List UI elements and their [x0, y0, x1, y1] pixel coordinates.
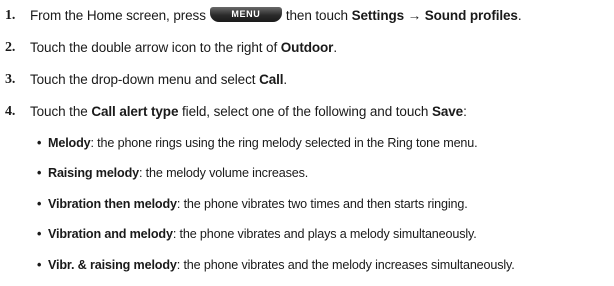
step-text-part: then touch [285, 8, 348, 23]
bullet-term: Vibration then melody [48, 197, 177, 211]
bullet-dot-icon: • [37, 166, 42, 180]
bullet-dot-icon: • [37, 258, 42, 272]
step-number: 2. [5, 40, 16, 55]
bullet-term: Vibration and melody [48, 227, 173, 241]
step-bold-text: Call [259, 72, 284, 87]
step-text-part: : [463, 104, 467, 119]
bullet-dot-icon: • [37, 227, 42, 241]
bullet-desc: : the phone rings using the ring melody … [90, 136, 478, 150]
step-bold-text: Settings → Sound profiles [351, 8, 518, 23]
bullet-item-melody: • Melody: the phone rings using the ring … [37, 135, 478, 151]
bullet-desc: : the phone vibrates two times and then … [176, 197, 468, 211]
bullet-desc: : the phone vibrates and plays a melody … [172, 227, 477, 241]
step-text-part: field, select one of the following and t… [182, 104, 429, 119]
bullet-dot-icon: • [37, 136, 42, 150]
step-bold-text: Outdoor [280, 40, 334, 55]
step-bold-text: Call alert type [91, 104, 179, 119]
step-text-part: . [517, 8, 522, 23]
step-text-part: . [283, 72, 288, 87]
bullet-desc: : the phone vibrates and the melody incr… [176, 258, 515, 272]
step-number: 3. [5, 72, 16, 87]
step-text-part: From the Home screen, press [30, 8, 206, 23]
bullet-item-vibration-then-melody: • Vibration then melody: the phone vibrat… [37, 196, 468, 212]
step-text: Touch the Call alert type field, select … [30, 104, 467, 120]
step-text-part: . [333, 40, 337, 55]
step-text: Touch the double arrow icon to the right… [30, 40, 337, 56]
menu-key-icon: MENU [209, 6, 282, 22]
step-text: From the Home screen, press MENU then touc… [30, 6, 522, 24]
bullet-item-vibration-and-melody: • Vibration and melody: the phone vibrate… [37, 226, 477, 242]
step-text-part: Touch the double arrow icon to the right… [30, 40, 278, 55]
step-number: 4. [5, 104, 16, 119]
step-bold-text: Save [431, 104, 464, 119]
step-text: Touch the drop-down menu and select Call… [30, 72, 287, 88]
bullet-item-raising-melody: • Raising melody: the melody volume incre… [37, 165, 308, 181]
step-number: 1. [5, 8, 16, 23]
bullet-term: Melody [48, 136, 91, 150]
step-text-part: Touch the [30, 104, 88, 119]
bullet-item-vibr-raising-melody: • Vibr. & raising melody: the phone vibra… [37, 257, 515, 273]
bullet-dot-icon: • [37, 197, 42, 211]
bullet-desc: : the melody volume increases. [138, 166, 309, 180]
bullet-term: Raising melody [48, 166, 139, 180]
step-text-part: Touch the drop-down menu and select [30, 72, 256, 87]
bullet-term: Vibr. & raising melody [48, 258, 177, 272]
